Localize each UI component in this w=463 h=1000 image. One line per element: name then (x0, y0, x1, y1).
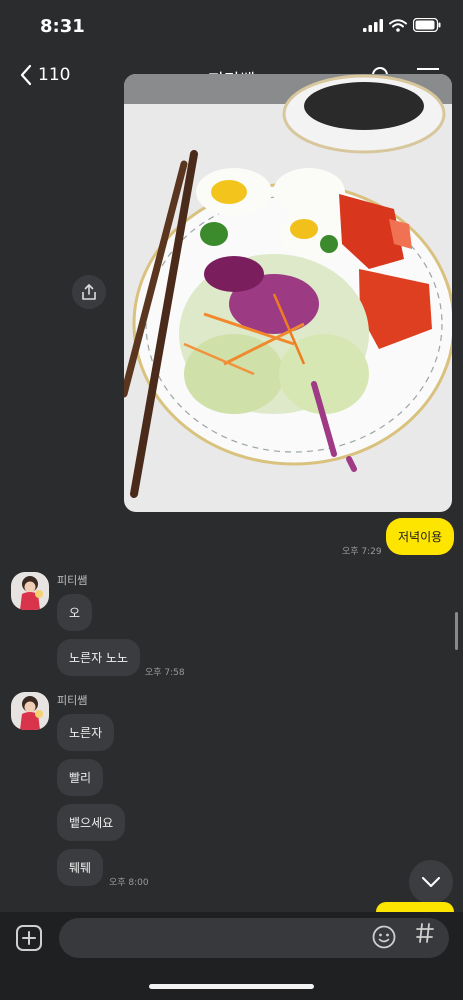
share-button[interactable] (72, 275, 106, 309)
message-time: 오후 8:00 (109, 878, 149, 888)
avatar[interactable] (11, 572, 49, 610)
their-message-bubble[interactable]: 뱉으세요 (57, 804, 126, 841)
photo-message[interactable] (124, 74, 452, 512)
sender-name: 피티쌤 (57, 694, 88, 707)
their-message-bubble[interactable]: 오 (57, 594, 93, 631)
my-message-text: 저녁이용 (398, 530, 443, 544)
avatar-image (11, 692, 49, 730)
input-bar (0, 912, 463, 1000)
share-icon (82, 284, 96, 300)
my-message-bubble[interactable]: 저녁이용 (386, 518, 455, 555)
hashtag-button[interactable] (416, 922, 434, 950)
home-indicator (149, 984, 314, 989)
battery-icon (413, 18, 441, 32)
sender-name: 피티쌤 (57, 574, 88, 587)
plus-icon (22, 931, 36, 945)
status-icons (363, 18, 441, 32)
scrollbar[interactable] (455, 612, 458, 650)
signal-icon (363, 18, 383, 32)
their-message-bubble[interactable]: 빨리 (57, 759, 104, 796)
status-bar: 8:31 (0, 0, 463, 54)
attach-button[interactable] (16, 925, 42, 951)
avatar-image (11, 572, 49, 610)
emoji-icon (372, 925, 396, 949)
message-time: 오후 7:58 (145, 668, 185, 678)
my-message-time: 오후 7:29 (342, 547, 382, 557)
wifi-icon (389, 18, 407, 32)
scroll-down-button[interactable] (409, 860, 453, 904)
their-message-bubble[interactable]: 노른자 (57, 714, 115, 751)
avatar[interactable] (11, 692, 49, 730)
emoji-button[interactable] (372, 925, 396, 953)
salad-photo (124, 74, 452, 512)
message-text: 퉤퉤 (69, 861, 92, 875)
hashtag-icon (416, 923, 434, 943)
message-text: 뱉으세요 (69, 816, 114, 830)
message-text: 오 (69, 606, 81, 620)
their-message-bubble[interactable]: 퉤퉤 (57, 849, 104, 886)
status-time: 8:31 (40, 16, 85, 37)
message-text: 노른자 노노 (69, 651, 129, 665)
message-text: 빨리 (69, 771, 92, 785)
chevron-down-icon (422, 877, 440, 887)
message-text: 노른자 (69, 726, 103, 740)
their-message-bubble[interactable]: 노른자 노노 (57, 639, 141, 676)
